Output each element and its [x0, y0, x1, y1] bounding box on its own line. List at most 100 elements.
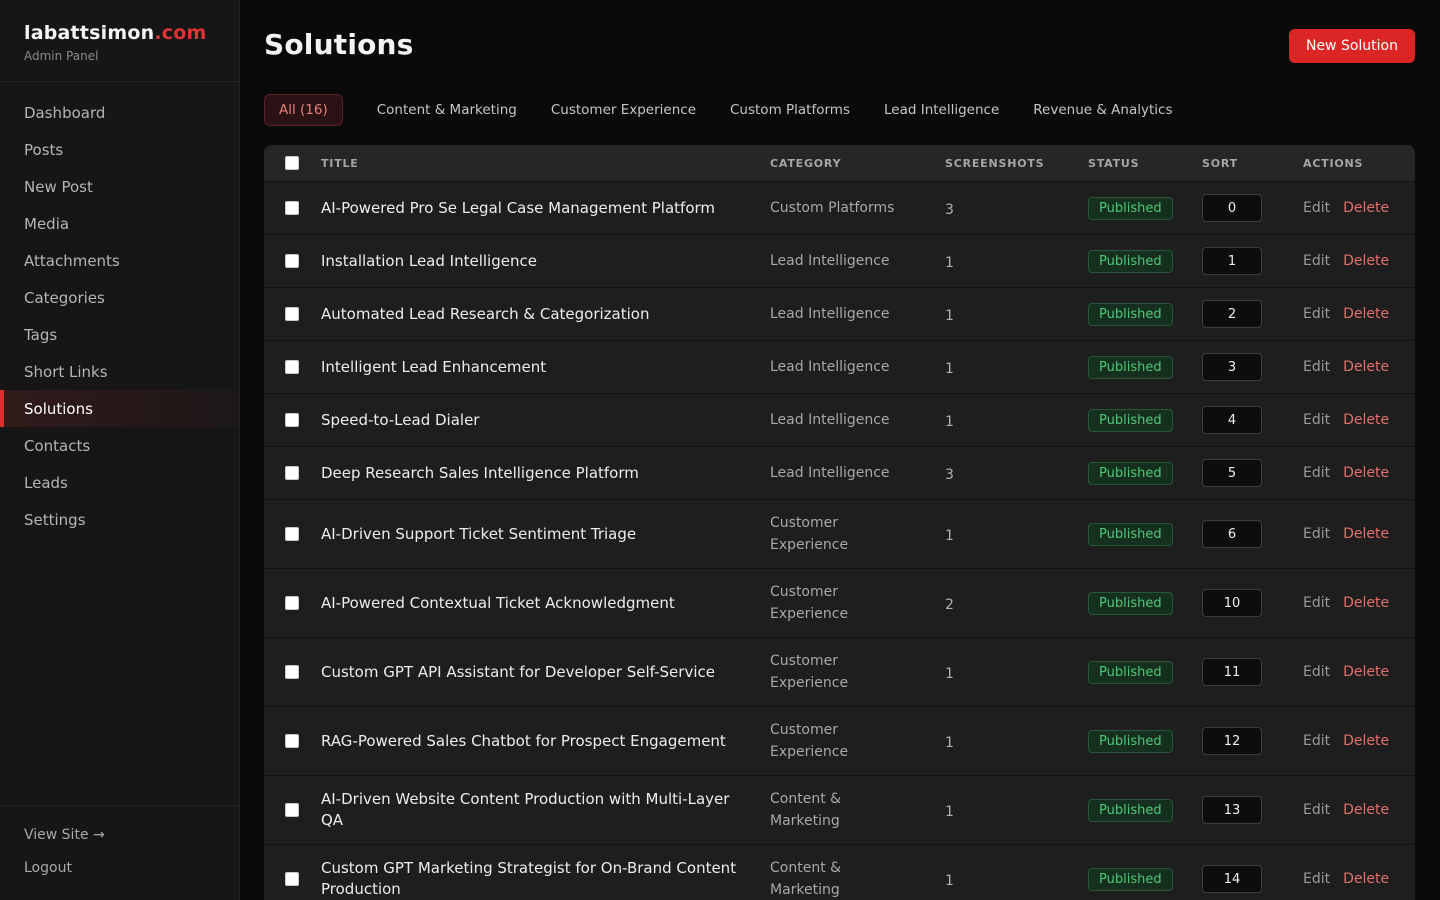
row-checkbox[interactable] [285, 596, 299, 610]
sort-order-input[interactable] [1202, 459, 1262, 487]
table-row: RAG-Powered Sales Chatbot for Prospect E… [264, 706, 1415, 775]
sort-order-input[interactable] [1202, 300, 1262, 328]
sidebar-item-label: Posts [24, 141, 63, 159]
row-checkbox[interactable] [285, 872, 299, 886]
edit-link[interactable]: Edit [1303, 526, 1330, 542]
solution-category: Lead Intelligence [770, 462, 890, 484]
sort-order-input[interactable] [1202, 727, 1262, 755]
delete-link[interactable]: Delete [1343, 359, 1389, 375]
sort-order-input[interactable] [1202, 520, 1262, 548]
row-status-cell: Published [1088, 409, 1202, 432]
sidebar-item[interactable]: Tags [0, 316, 239, 353]
sidebar-footer-item[interactable]: Logout [0, 851, 239, 884]
edit-link[interactable]: Edit [1303, 871, 1330, 887]
row-checkbox[interactable] [285, 803, 299, 817]
sidebar-item[interactable]: New Post [0, 168, 239, 205]
delete-link[interactable]: Delete [1343, 871, 1389, 887]
row-title-cell: Installation Lead Intelligence [321, 251, 770, 272]
sidebar-item[interactable]: Leads [0, 464, 239, 501]
screenshots-count: 1 [945, 735, 954, 751]
screenshots-count: 3 [945, 467, 954, 483]
filter-tab-label: Lead Intelligence [884, 102, 999, 118]
filter-tab[interactable]: All (16) [264, 94, 343, 126]
row-status-cell: Published [1088, 303, 1202, 326]
delete-link[interactable]: Delete [1343, 664, 1389, 680]
sidebar-item[interactable]: Settings [0, 501, 239, 538]
edit-link[interactable]: Edit [1303, 802, 1330, 818]
sidebar-item[interactable]: Media [0, 205, 239, 242]
edit-link[interactable]: Edit [1303, 733, 1330, 749]
delete-link[interactable]: Delete [1343, 306, 1389, 322]
edit-link[interactable]: Edit [1303, 595, 1330, 611]
row-category-cell: Customer Experience [770, 650, 945, 694]
delete-link[interactable]: Delete [1343, 200, 1389, 216]
filter-tab[interactable]: Content & Marketing [377, 102, 517, 118]
row-title-cell: AI-Powered Contextual Ticket Acknowledgm… [321, 593, 770, 614]
solution-title: Installation Lead Intelligence [321, 252, 537, 270]
row-checkbox[interactable] [285, 665, 299, 679]
sidebar-footer-label: View Site → [24, 827, 105, 843]
screenshots-count: 1 [945, 873, 954, 889]
delete-link[interactable]: Delete [1343, 465, 1389, 481]
status-badge: Published [1088, 661, 1173, 684]
delete-link[interactable]: Delete [1343, 595, 1389, 611]
row-actions-cell: Edit Delete [1303, 253, 1415, 269]
row-status-cell: Published [1088, 799, 1202, 822]
row-checkbox[interactable] [285, 254, 299, 268]
screenshots-count: 1 [945, 308, 954, 324]
row-checkbox[interactable] [285, 413, 299, 427]
edit-link[interactable]: Edit [1303, 359, 1330, 375]
sort-order-input[interactable] [1202, 353, 1262, 381]
filter-tab-label: Content & Marketing [377, 102, 517, 118]
delete-link[interactable]: Delete [1343, 526, 1389, 542]
row-checkbox[interactable] [285, 527, 299, 541]
sidebar-item[interactable]: Dashboard [0, 94, 239, 131]
sidebar-item[interactable]: Posts [0, 131, 239, 168]
sort-order-input[interactable] [1202, 589, 1262, 617]
solution-category: Customer Experience [770, 512, 902, 556]
sort-order-input[interactable] [1202, 865, 1262, 893]
filter-tab[interactable]: Revenue & Analytics [1033, 102, 1172, 118]
edit-link[interactable]: Edit [1303, 465, 1330, 481]
edit-link[interactable]: Edit [1303, 664, 1330, 680]
filter-tab[interactable]: Lead Intelligence [884, 102, 999, 118]
sidebar-item-label: Categories [24, 289, 105, 307]
logo-block[interactable]: labattsimon.com Admin Panel [0, 0, 239, 82]
sidebar-item[interactable]: Solutions [0, 390, 239, 427]
row-checkbox[interactable] [285, 360, 299, 374]
sort-order-input[interactable] [1202, 194, 1262, 222]
sidebar-item[interactable]: Categories [0, 279, 239, 316]
filter-tab-label: Revenue & Analytics [1033, 102, 1172, 118]
sort-order-input[interactable] [1202, 796, 1262, 824]
delete-link[interactable]: Delete [1343, 412, 1389, 428]
delete-link[interactable]: Delete [1343, 253, 1389, 269]
sort-order-input[interactable] [1202, 406, 1262, 434]
row-checkbox-cell [264, 596, 321, 610]
row-checkbox-cell [264, 201, 321, 215]
status-badge: Published [1088, 197, 1173, 220]
sort-order-input[interactable] [1202, 658, 1262, 686]
edit-link[interactable]: Edit [1303, 200, 1330, 216]
edit-link[interactable]: Edit [1303, 306, 1330, 322]
sort-order-input[interactable] [1202, 247, 1262, 275]
row-checkbox[interactable] [285, 307, 299, 321]
status-badge: Published [1088, 592, 1173, 615]
screenshots-count: 1 [945, 804, 954, 820]
edit-link[interactable]: Edit [1303, 253, 1330, 269]
row-checkbox[interactable] [285, 734, 299, 748]
filter-tab[interactable]: Custom Platforms [730, 102, 850, 118]
new-solution-button[interactable]: New Solution [1289, 29, 1415, 63]
sidebar-item[interactable]: Attachments [0, 242, 239, 279]
select-all-checkbox[interactable] [285, 156, 299, 170]
sidebar-item[interactable]: Short Links [0, 353, 239, 390]
row-checkbox[interactable] [285, 466, 299, 480]
edit-link[interactable]: Edit [1303, 412, 1330, 428]
filter-tab[interactable]: Customer Experience [551, 102, 696, 118]
delete-link[interactable]: Delete [1343, 733, 1389, 749]
sidebar-item[interactable]: Contacts [0, 427, 239, 464]
sidebar-footer-item[interactable]: View Site → [0, 818, 239, 851]
row-sort-cell [1202, 658, 1303, 686]
delete-link[interactable]: Delete [1343, 802, 1389, 818]
row-checkbox[interactable] [285, 201, 299, 215]
row-status-cell: Published [1088, 592, 1202, 615]
